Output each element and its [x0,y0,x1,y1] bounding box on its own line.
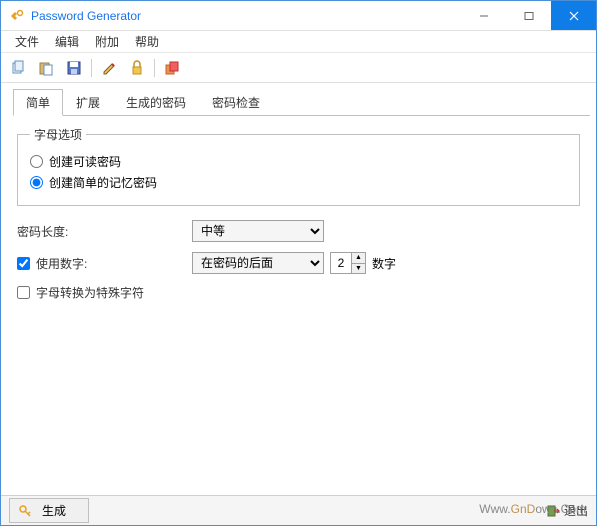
letters-legend: 字母选项 [30,126,86,143]
radio-readable[interactable] [30,155,43,168]
length-label: 密码长度: [17,223,192,240]
toolbar-edit-icon[interactable] [98,57,120,79]
tab-extended[interactable]: 扩展 [63,89,113,116]
menubar: 文件 编辑 附加 帮助 [1,31,596,53]
menu-extras[interactable]: 附加 [87,31,127,52]
toolbar-save-icon[interactable] [63,57,85,79]
spinner-up-icon[interactable]: ▲ [352,253,365,264]
spinner-down-icon[interactable]: ▼ [352,264,365,274]
radio-mnemonic-label: 创建简单的记忆密码 [49,174,157,191]
toolbar [1,53,596,83]
window-title: Password Generator [31,9,461,23]
numbers-count-spinner[interactable]: ▲ ▼ [330,252,366,274]
letters-fieldset: 字母选项 创建可读密码 创建简单的记忆密码 [17,126,580,206]
tab-check[interactable]: 密码检查 [199,89,273,116]
bottom-bar: 生成 退出 [1,495,596,525]
numbers-label: 使用数字: [36,255,87,272]
special-checkbox-row[interactable]: 字母转换为特殊字符 [17,284,144,301]
numbers-checkbox[interactable] [17,257,30,270]
row-length: 密码长度: 中等 [17,220,580,242]
app-window: Password Generator 文件 编辑 附加 帮助 简单 扩展 生成的… [0,0,597,526]
toolbar-duplicate-icon[interactable] [161,57,183,79]
exit-button[interactable]: 退出 [546,502,588,519]
key-icon [18,504,32,518]
numbers-position-select[interactable]: 在密码的后面 [192,252,324,274]
radio-readable-row[interactable]: 创建可读密码 [30,151,567,172]
tab-generated[interactable]: 生成的密码 [113,89,199,116]
toolbar-lock-icon[interactable] [126,57,148,79]
menu-help[interactable]: 帮助 [127,31,167,52]
toolbar-paste-icon[interactable] [35,57,57,79]
numbers-unit: 数字 [372,255,396,272]
toolbar-separator [154,59,155,77]
tab-simple[interactable]: 简单 [13,89,63,116]
numbers-count-input[interactable] [331,253,351,273]
row-special: 字母转换为特殊字符 [17,284,580,301]
maximize-button[interactable] [506,1,551,30]
close-button[interactable] [551,1,596,30]
tab-content: 字母选项 创建可读密码 创建简单的记忆密码 密码长度: 中等 使用数字: 在密码… [1,116,596,495]
toolbar-separator [91,59,92,77]
exit-label: 退出 [564,502,588,519]
special-checkbox[interactable] [17,286,30,299]
menu-file[interactable]: 文件 [7,31,47,52]
length-select[interactable]: 中等 [192,220,324,242]
menu-edit[interactable]: 编辑 [47,31,87,52]
app-icon [9,8,25,24]
generate-button[interactable]: 生成 [9,498,89,523]
generate-label: 生成 [42,502,66,519]
tab-row: 简单 扩展 生成的密码 密码检查 [13,89,590,116]
exit-icon [546,504,560,518]
titlebar: Password Generator [1,1,596,31]
radio-mnemonic-row[interactable]: 创建简单的记忆密码 [30,172,567,193]
radio-readable-label: 创建可读密码 [49,153,121,170]
numbers-checkbox-row[interactable]: 使用数字: [17,255,192,272]
row-numbers: 使用数字: 在密码的后面 ▲ ▼ 数字 [17,252,580,274]
minimize-button[interactable] [461,1,506,30]
radio-mnemonic[interactable] [30,176,43,189]
toolbar-copy-icon[interactable] [7,57,29,79]
special-label: 字母转换为特殊字符 [36,284,144,301]
